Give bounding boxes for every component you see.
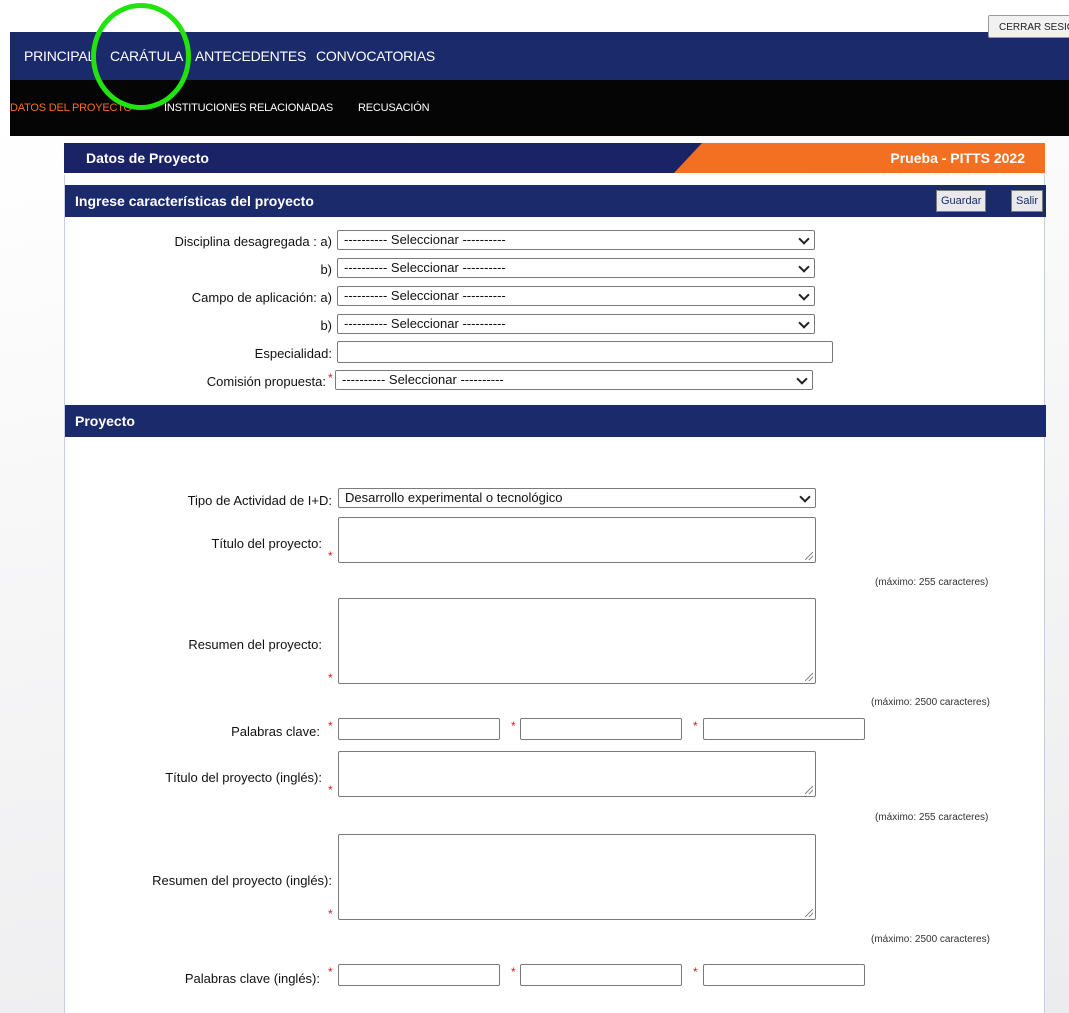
palabras-label: Palabras clave: bbox=[231, 724, 320, 739]
disciplina-label: Disciplina desagregada : a) bbox=[174, 234, 332, 249]
titulo-en-label: Título del proyecto (inglés): bbox=[165, 770, 322, 785]
save-button[interactable]: Guardar bbox=[936, 190, 987, 212]
required-mark: * bbox=[693, 965, 698, 979]
subnav-datos-proyecto[interactable]: DATOS DEL PROYECTO bbox=[10, 80, 132, 136]
required-mark: * bbox=[328, 549, 333, 563]
hint-titulo: (máximo: 255 caracteres) bbox=[875, 577, 989, 588]
hint-resumen-en: (máximo: 2500 caracteres) bbox=[871, 934, 990, 945]
required-mark: * bbox=[328, 719, 333, 733]
resize-grip-icon[interactable] bbox=[805, 552, 813, 560]
disciplina-a-select[interactable]: ---------- Seleccionar ---------- bbox=[337, 230, 815, 250]
section-title: Ingrese características del proyecto bbox=[75, 193, 314, 209]
palabras-en-label: Palabras clave (inglés): bbox=[184, 971, 320, 986]
nav-caratula[interactable]: CARÁTULA bbox=[110, 32, 183, 80]
resumen-en-label: Resumen del proyecto (inglés): bbox=[152, 873, 332, 888]
section-header-proyecto: Proyecto bbox=[65, 405, 1046, 437]
logout-button[interactable]: CERRAR SESIÓN bbox=[988, 15, 1069, 38]
campo-b-label: b) bbox=[320, 318, 332, 333]
nav-principal[interactable]: PRINCIPAL bbox=[24, 32, 95, 80]
select-value: ---------- Seleccionar ---------- bbox=[342, 372, 504, 387]
palabra-clave-en-3-input[interactable] bbox=[703, 964, 865, 986]
chevron-down-icon bbox=[799, 491, 811, 503]
resumen-label: Resumen del proyecto: bbox=[188, 637, 322, 652]
section-header-caracteristicas: Ingrese características del proyecto Gua… bbox=[65, 185, 1046, 217]
especialidad-label: Especialidad: bbox=[254, 346, 332, 361]
required-mark: * bbox=[511, 965, 516, 979]
resumen-en-textarea[interactable] bbox=[338, 834, 816, 920]
titulo-label: Título del proyecto: bbox=[211, 536, 322, 551]
nav-convocatorias[interactable]: CONVOCATORIAS bbox=[316, 32, 435, 80]
select-value: Desarrollo experimental o tecnológico bbox=[345, 490, 563, 505]
sub-navigation: DATOS DEL PROYECTO INSTITUCIONES RELACIO… bbox=[10, 80, 1069, 136]
titulo-textarea[interactable] bbox=[338, 517, 816, 563]
chevron-down-icon bbox=[798, 289, 810, 301]
select-value: ---------- Seleccionar ---------- bbox=[344, 316, 506, 331]
especialidad-input[interactable] bbox=[337, 341, 833, 363]
palabra-clave-2-input[interactable] bbox=[520, 718, 682, 740]
comision-label: Comisión propuesta: bbox=[206, 374, 326, 389]
call-name: Prueba - PITTS 2022 bbox=[890, 150, 1025, 166]
tipo-actividad-select[interactable]: Desarrollo experimental o tecnológico bbox=[338, 488, 816, 508]
required-mark: * bbox=[328, 907, 333, 921]
required-mark: * bbox=[511, 719, 516, 733]
hint-resumen: (máximo: 2500 caracteres) bbox=[871, 697, 990, 708]
palabra-clave-en-1-input[interactable] bbox=[338, 964, 500, 986]
campo-label: Campo de aplicación: a) bbox=[191, 290, 332, 305]
resize-grip-icon[interactable] bbox=[805, 909, 813, 917]
tipo-actividad-label: Tipo de Actividad de I+D: bbox=[187, 493, 332, 508]
chevron-down-icon bbox=[798, 317, 810, 329]
select-value: ---------- Seleccionar ---------- bbox=[344, 260, 506, 275]
disciplina-b-label: b) bbox=[320, 262, 332, 277]
chevron-down-icon bbox=[796, 373, 808, 385]
required-mark: * bbox=[328, 671, 333, 685]
exit-button[interactable]: Salir bbox=[1011, 190, 1044, 212]
palabra-clave-1-input[interactable] bbox=[338, 718, 500, 740]
hint-titulo-en: (máximo: 255 caracteres) bbox=[875, 812, 989, 823]
select-value: ---------- Seleccionar ---------- bbox=[344, 288, 506, 303]
title-bar: Datos de Proyecto Prueba - PITTS 2022 bbox=[64, 143, 1045, 173]
palabra-clave-en-2-input[interactable] bbox=[520, 964, 682, 986]
comision-select[interactable]: ---------- Seleccionar ---------- bbox=[335, 370, 813, 390]
page-title: Datos de Proyecto bbox=[86, 150, 209, 166]
required-mark: * bbox=[693, 719, 698, 733]
resize-grip-icon[interactable] bbox=[805, 786, 813, 794]
main-content: Datos de Proyecto Prueba - PITTS 2022 In… bbox=[64, 143, 1046, 1013]
campo-b-select[interactable]: ---------- Seleccionar ---------- bbox=[337, 314, 815, 334]
top-navigation: PRINCIPAL CARÁTULA ANTECEDENTES CONVOCAT… bbox=[10, 32, 1069, 80]
subnav-instituciones[interactable]: INSTITUCIONES RELACIONADAS bbox=[164, 80, 333, 136]
chevron-down-icon bbox=[798, 261, 810, 273]
form-panel: Ingrese características del proyecto Gua… bbox=[64, 175, 1046, 1013]
required-mark: * bbox=[328, 371, 333, 385]
campo-a-select[interactable]: ---------- Seleccionar ---------- bbox=[337, 286, 815, 306]
section-title: Proyecto bbox=[75, 413, 135, 429]
nav-antecedentes[interactable]: ANTECEDENTES bbox=[195, 32, 306, 80]
disciplina-b-select[interactable]: ---------- Seleccionar ---------- bbox=[337, 258, 815, 278]
chevron-down-icon bbox=[798, 233, 810, 245]
required-mark: * bbox=[328, 965, 333, 979]
required-mark: * bbox=[328, 783, 333, 797]
resumen-textarea[interactable] bbox=[338, 598, 816, 684]
titulo-en-textarea[interactable] bbox=[338, 751, 816, 797]
subnav-recusacion[interactable]: RECUSACIÓN bbox=[358, 80, 430, 136]
resize-grip-icon[interactable] bbox=[805, 673, 813, 681]
select-value: ---------- Seleccionar ---------- bbox=[344, 232, 506, 247]
palabra-clave-3-input[interactable] bbox=[703, 718, 865, 740]
